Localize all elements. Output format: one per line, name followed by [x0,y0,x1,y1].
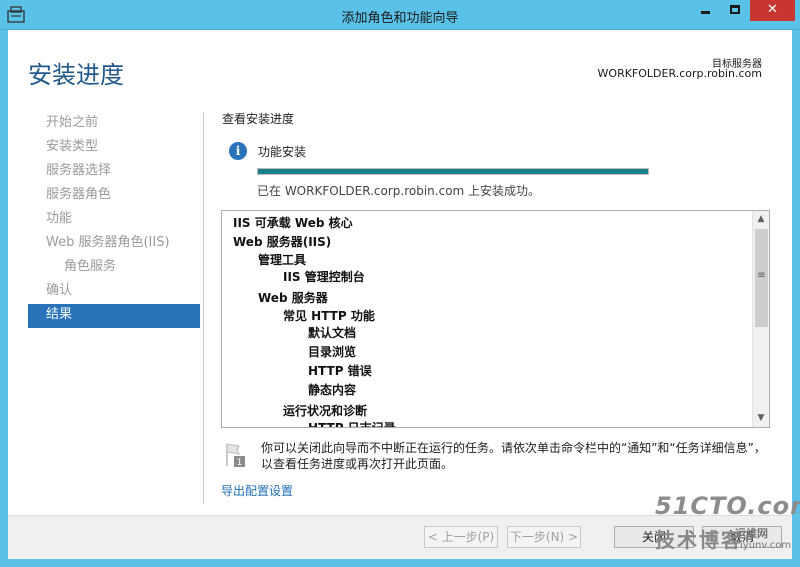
feature-item: Web 服务器 [258,291,328,305]
feature-item: 静态内容 [308,383,357,397]
window-title: 添加角色和功能向导 [341,11,459,26]
maximize-icon [729,5,740,14]
success-message: 已在 WORKFOLDER.corp.robin.com 上安装成功。 [257,184,541,198]
title-bar: 添加角色和功能向导 ✕ [0,0,800,30]
nav-item-server-roles[interactable]: 服务器角色 [28,184,200,208]
nav-item-features[interactable]: 功能 [28,208,200,232]
installed-features-list[interactable]: IIS 可承载 Web 核心 Web 服务器(IIS) 管理工具 IIS 管理控制台 W… [221,210,770,428]
feature-item: 默认文档 [308,326,357,340]
page-title: 安装进度 [28,61,124,89]
close-window-button[interactable]: ✕ [750,0,795,21]
minimize-icon [701,11,710,14]
previous-button[interactable]: < 上一步(P) [424,526,498,548]
info-icon: i [229,142,247,160]
grip-icon: ≡ [757,270,766,281]
feature-item: 运行状况和诊断 [283,404,368,418]
scrollbar-thumb[interactable]: ≡ [755,229,768,327]
nav-item-role-services[interactable]: 角色服务 [28,256,200,280]
feature-list-content: IIS 可承载 Web 核心 Web 服务器(IIS) 管理工具 IIS 管理控制台 W… [222,211,752,427]
watermark-blog: 技术博客 [655,528,743,552]
export-configuration-link[interactable]: 导出配置设置 [221,482,293,499]
minimize-button[interactable] [692,0,719,21]
nav-item-web-server-role[interactable]: Web 服务器角色(IIS) [28,232,200,256]
nav-item-confirmation[interactable]: 确认 [28,280,200,304]
notification-count: 1 [237,458,243,468]
vertical-scrollbar[interactable]: ▲ ≡ ▼ [752,211,769,427]
nav-item-before-you-begin[interactable]: 开始之前 [28,112,200,136]
sidebar-divider [203,112,204,504]
feature-item: HTTP 日志记录 [308,419,396,427]
feature-item: 常见 HTTP 功能 [283,309,375,323]
target-server-value: WORKFOLDER.corp.robin.com [597,67,762,80]
watermark-iyunv: iyunv.com [740,540,792,551]
section-heading: 查看安装进度 [222,112,295,126]
notification-flag-icon: 1 [226,443,245,468]
status-label: 功能安装 [258,145,307,159]
nav-item-installation-type[interactable]: 安装类型 [28,136,200,160]
nav-item-server-selection[interactable]: 服务器选择 [28,160,200,184]
notice-text: 你可以关闭此向导而不中断正在运行的任务。请依次单击命令栏中的“通知”和“任务详细… [261,441,766,471]
watermark-51cto: 51CTO.com [655,492,800,520]
nav-item-results[interactable]: 结果 [28,304,200,328]
feature-item: IIS 可承载 Web 核心 [233,216,353,230]
feature-item: IIS 管理控制台 [283,270,365,284]
feature-item: HTTP 错误 [308,364,372,378]
wizard-steps-nav: 开始之前 安装类型 服务器选择 服务器角色 功能 Web 服务器角色(IIS) … [28,112,200,328]
feature-item: Web 服务器(IIS) [233,235,332,249]
feature-item: 目录浏览 [308,345,357,359]
scroll-down-icon[interactable]: ▼ [753,410,769,427]
feature-item: 管理工具 [258,253,307,267]
progress-bar [257,168,649,175]
progress-fill [258,169,648,174]
next-button[interactable]: 下一步(N) > [507,526,581,548]
watermark-yunwei: 运维网 [735,527,768,540]
maximize-button[interactable] [721,0,748,21]
scroll-up-icon[interactable]: ▲ [753,211,769,228]
